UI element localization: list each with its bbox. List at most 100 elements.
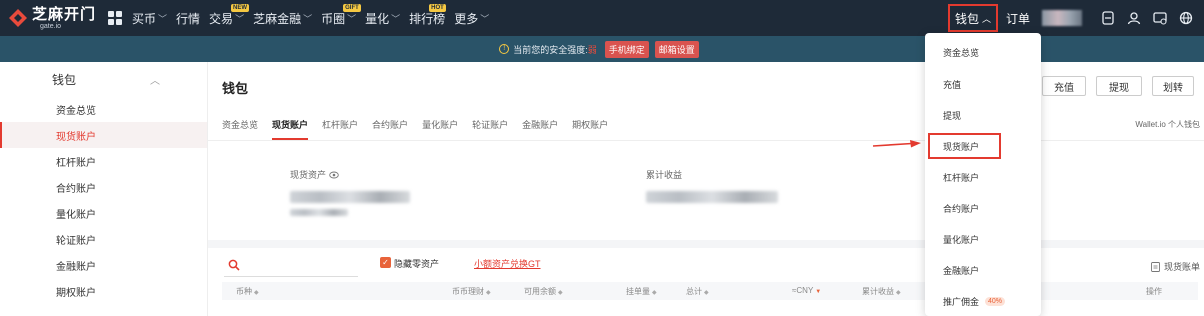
column-header-coin-finance[interactable]: 币币理财 ◆ [452, 286, 491, 297]
spot-assets-value-blurred [290, 191, 410, 203]
sidebar-item-finance-account[interactable]: 金融账户 [0, 252, 207, 278]
sidebar-item-margin-account[interactable]: 杠杆账户 [0, 148, 207, 174]
nav-markets[interactable]: 行情 [176, 0, 200, 36]
nav-trade-label: 交易 [209, 11, 234, 26]
column-header-currency[interactable]: 币种 ◆ [236, 286, 259, 297]
dropdown-item-withdraw[interactable]: 提现 [925, 100, 1041, 131]
tab-futures-account[interactable]: 合约账户 [372, 118, 408, 136]
orders-link[interactable]: 订单 [1006, 10, 1030, 27]
transfer-button[interactable]: 划转 [1152, 76, 1194, 96]
column-header-actions: 操作 [1146, 287, 1162, 296]
globe-icon[interactable] [1178, 10, 1194, 26]
search-input[interactable] [224, 276, 358, 277]
sidebar: 钱包 ︿ 资金总览 现货账户 杠杆账户 合约账户 量化账户 轮证账户 金融账户 … [0, 62, 207, 316]
column-header-cny[interactable]: ≈CNY ▼ [792, 286, 821, 295]
dropdown-item-margin-account[interactable]: 杠杆账户 [925, 162, 1041, 193]
tab-margin-account[interactable]: 杠杆账户 [322, 118, 358, 136]
hot-badge: HOT [429, 4, 446, 12]
deposit-button[interactable]: 充值 [1042, 76, 1086, 96]
asset-filter-row: ✓ 隐藏零资产 小额资产兑换GT [224, 256, 924, 278]
logo-subtext: gate.io [40, 22, 62, 30]
nav-coin-circle[interactable]: 币圈 ﹀ GIFT [321, 0, 361, 36]
action-buttons: 充值 提现 划转 [1032, 76, 1194, 96]
nav-trade[interactable]: 交易 ﹀ NEW [209, 0, 250, 36]
dropdown-item-fund-overview[interactable]: 资金总览 [925, 37, 1041, 68]
section-separator [208, 240, 1204, 248]
hide-zero-checkbox[interactable]: ✓ [380, 257, 391, 268]
nav-buy-crypto-label: 买币 [132, 11, 157, 26]
column-header-total[interactable]: 总计 ◆ [686, 286, 709, 297]
tab-options-account[interactable]: 期权账户 [572, 118, 608, 136]
sidebar-item-quant-account[interactable]: 量化账户 [0, 200, 207, 226]
sidebar-item-futures-account[interactable]: 合约账户 [0, 174, 207, 200]
wallet-menu-label: 钱包 [954, 11, 979, 26]
dropdown-item-spot-account[interactable]: 现货账户 [928, 133, 1001, 159]
nav-finance-label: 芝麻金融 [253, 11, 302, 26]
column-cumulative-label: 累计收益 [862, 287, 894, 296]
dropdown-item-quant-account[interactable]: 量化账户 [925, 224, 1041, 255]
main-panel: 钱包 充值 提现 划转 资金总览 现货账户 杠杆账户 合约账户 量化账户 轮证账… [207, 62, 1204, 316]
column-header-available[interactable]: 可用余额 ◆ [524, 286, 563, 297]
nav-quant[interactable]: 量化 ﹀ [365, 0, 400, 36]
annotation-arrow-icon [872, 140, 921, 148]
user-icon[interactable] [1126, 10, 1142, 26]
page-title: 钱包 [222, 81, 249, 96]
chevron-down-icon: ﹀ [347, 13, 357, 24]
sidebar-item-warrant-account[interactable]: 轮证账户 [0, 226, 207, 252]
column-header-open-orders[interactable]: 挂单量 ◆ [626, 286, 657, 297]
hide-zero-label: 隐藏零资产 [394, 259, 440, 269]
wallet-dropdown-menu: 资金总览 充值 提现 现货账户 杠杆账户 合约账户 量化账户 金融账户 推广佣金… [925, 33, 1041, 316]
sidebar-header-wallet[interactable]: 钱包 ︿ [0, 62, 207, 96]
nav-more-label: 更多 [454, 11, 479, 26]
download-icon[interactable] [1100, 10, 1116, 26]
sidebar-item-spot-account[interactable]: 现货账户 [0, 122, 207, 148]
sidebar-item-options-account[interactable]: 期权账户 [0, 278, 207, 304]
commission-percent-badge: 40% [985, 297, 1006, 306]
eye-icon[interactable] [329, 171, 339, 179]
nav-finance[interactable]: 芝麻金融 ﹀ [253, 0, 312, 36]
wallet-menu-button[interactable]: 钱包 ︿ [947, 4, 998, 32]
column-header-cumulative[interactable]: 累计收益 ◆ [862, 286, 901, 297]
personal-wallet-link[interactable]: Wallet.io 个人钱包 [1135, 119, 1200, 130]
bind-phone-button[interactable]: 手机绑定 [604, 40, 649, 58]
column-cny-label: ≈CNY [792, 286, 814, 295]
new-badge: NEW [231, 4, 250, 12]
column-open-orders-label: 挂单量 [626, 287, 650, 296]
chevron-down-icon: ﹀ [480, 13, 490, 24]
chevron-down-icon: ﹀ [391, 13, 401, 24]
small-convert-gt-link[interactable]: 小额资产兑换GT [474, 257, 541, 270]
tab-warrant-account[interactable]: 轮证账户 [472, 118, 508, 136]
spot-assets-sub-value-blurred [290, 209, 348, 216]
document-icon [1151, 261, 1160, 272]
tab-fund-overview[interactable]: 资金总览 [222, 118, 258, 136]
tab-finance-account[interactable]: 金融账户 [522, 118, 558, 136]
dropdown-item-futures-account[interactable]: 合约账户 [925, 193, 1041, 224]
chevron-up-icon: ︿ [981, 13, 991, 24]
tab-quant-account[interactable]: 量化账户 [422, 118, 458, 136]
tab-spot-account[interactable]: 现货账户 [272, 118, 309, 140]
search-icon[interactable] [228, 259, 240, 271]
spot-records-link[interactable]: 现货账单 [1151, 260, 1200, 273]
dropdown-item-finance-account[interactable]: 金融账户 [925, 255, 1041, 286]
spot-assets-block: 现货资产 [290, 168, 410, 216]
nav-coin-circle-label: 币圈 [321, 11, 346, 26]
nav-markets-label: 行情 [176, 11, 201, 26]
top-navigation-bar: 芝麻开门 gate.io 买币 ﹀ 行情 交易 ﹀ NEW 芝麻金融 ﹀ 币圈 ﹀ GIFT… [0, 0, 1204, 36]
nav-ranking[interactable]: 排行榜 HOT [409, 0, 446, 36]
nav-more[interactable]: 更多 ﹀ [454, 0, 489, 36]
apps-grid-icon[interactable] [108, 11, 122, 25]
logo[interactable]: 芝麻开门 gate.io [0, 0, 98, 36]
chevron-down-icon: ﹀ [158, 13, 168, 24]
avatar[interactable] [1042, 10, 1082, 26]
withdraw-button[interactable]: 提现 [1096, 76, 1142, 96]
logo-text: 芝麻开门 [32, 5, 97, 23]
email-settings-button[interactable]: 邮箱设置 [654, 40, 699, 58]
column-total-label: 总计 [686, 287, 702, 296]
nav-buy-crypto[interactable]: 买币 ﹀ [132, 0, 167, 36]
dropdown-item-deposit[interactable]: 充值 [925, 69, 1041, 100]
message-icon[interactable] [1152, 10, 1168, 26]
sidebar-item-fund-overview[interactable]: 资金总览 [0, 96, 207, 122]
sort-icon: ◆ [896, 290, 901, 296]
dropdown-item-referral-commission[interactable]: 推广佣金 40% [925, 286, 1041, 316]
referral-commission-label: 推广佣金 [943, 297, 980, 307]
